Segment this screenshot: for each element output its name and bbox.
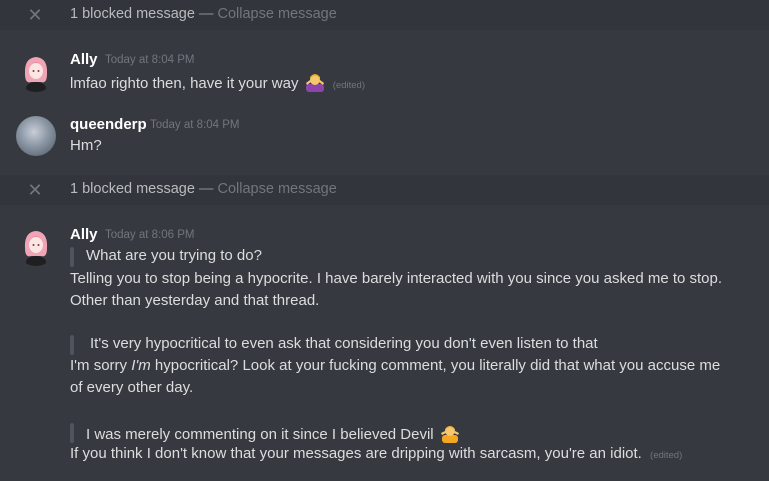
quote-bar	[70, 335, 74, 355]
blocked-message-bar: ✕ 1 blocked message — Collapse message	[0, 175, 769, 205]
timestamp: Today at 8:04 PM	[150, 119, 240, 131]
avatar[interactable]	[16, 116, 56, 156]
quote-text: It's very hypocritical to even ask that …	[90, 335, 598, 352]
username[interactable]: queenderp	[70, 116, 147, 133]
username[interactable]: Ally	[70, 51, 98, 68]
message-text: I'm sorry I'm hypocritical? Look at your…	[70, 357, 720, 374]
timestamp: Today at 8:06 PM	[105, 229, 195, 241]
message-text: If you think I don't know that your mess…	[70, 445, 642, 462]
blocked-message-text: 1 blocked message — Collapse message	[70, 6, 337, 22]
message-text: lmfao righto then, have it your way	[70, 75, 299, 92]
quote-bar	[70, 247, 74, 267]
message-text: Hm?	[70, 137, 102, 154]
quote-text: I was merely commenting on it since I be…	[86, 423, 460, 443]
emphasis-text: I'm	[131, 357, 151, 374]
chat-bottom-area	[0, 466, 769, 481]
edited-label: (edited)	[650, 450, 683, 461]
blocked-message-text: 1 blocked message — Collapse message	[70, 181, 337, 197]
message-content: If you think I don't know that your mess…	[70, 445, 682, 462]
close-icon[interactable]: ✕	[27, 181, 43, 199]
quote-text-segment: I was merely commenting on it since I be…	[86, 426, 434, 443]
message-text: of every other day.	[70, 379, 194, 396]
separator: —	[198, 6, 214, 22]
woman-shrugging-emoji-icon	[305, 72, 325, 92]
timestamp: Today at 8:04 PM	[105, 54, 195, 66]
username[interactable]: Ally	[70, 226, 98, 243]
collapse-message-link[interactable]: Collapse message	[218, 181, 337, 197]
message-content: lmfao righto then, have it your way (edi…	[70, 72, 365, 92]
avatar[interactable]	[16, 52, 56, 92]
message-text: Other than yesterday and that thread.	[70, 292, 320, 309]
collapse-message-link[interactable]: Collapse message	[218, 6, 337, 22]
quote-text: What are you trying to do?	[86, 247, 262, 264]
close-icon[interactable]: ✕	[27, 6, 43, 24]
text-segment: hypocritical? Look at your fucking comme…	[150, 357, 721, 374]
blocked-count: 1 blocked message	[70, 6, 195, 22]
blocked-count: 1 blocked message	[70, 181, 195, 197]
edited-label: (edited)	[332, 80, 366, 91]
text-segment: I'm sorry	[70, 357, 132, 374]
blocked-message-bar: ✕ 1 blocked message — Collapse message	[0, 0, 769, 30]
avatar[interactable]	[16, 226, 56, 266]
quote-bar	[70, 423, 74, 443]
person-shrugging-emoji-icon	[440, 423, 460, 443]
message-text: Telling you to stop being a hypocrite. I…	[70, 270, 723, 287]
separator: —	[198, 181, 214, 197]
